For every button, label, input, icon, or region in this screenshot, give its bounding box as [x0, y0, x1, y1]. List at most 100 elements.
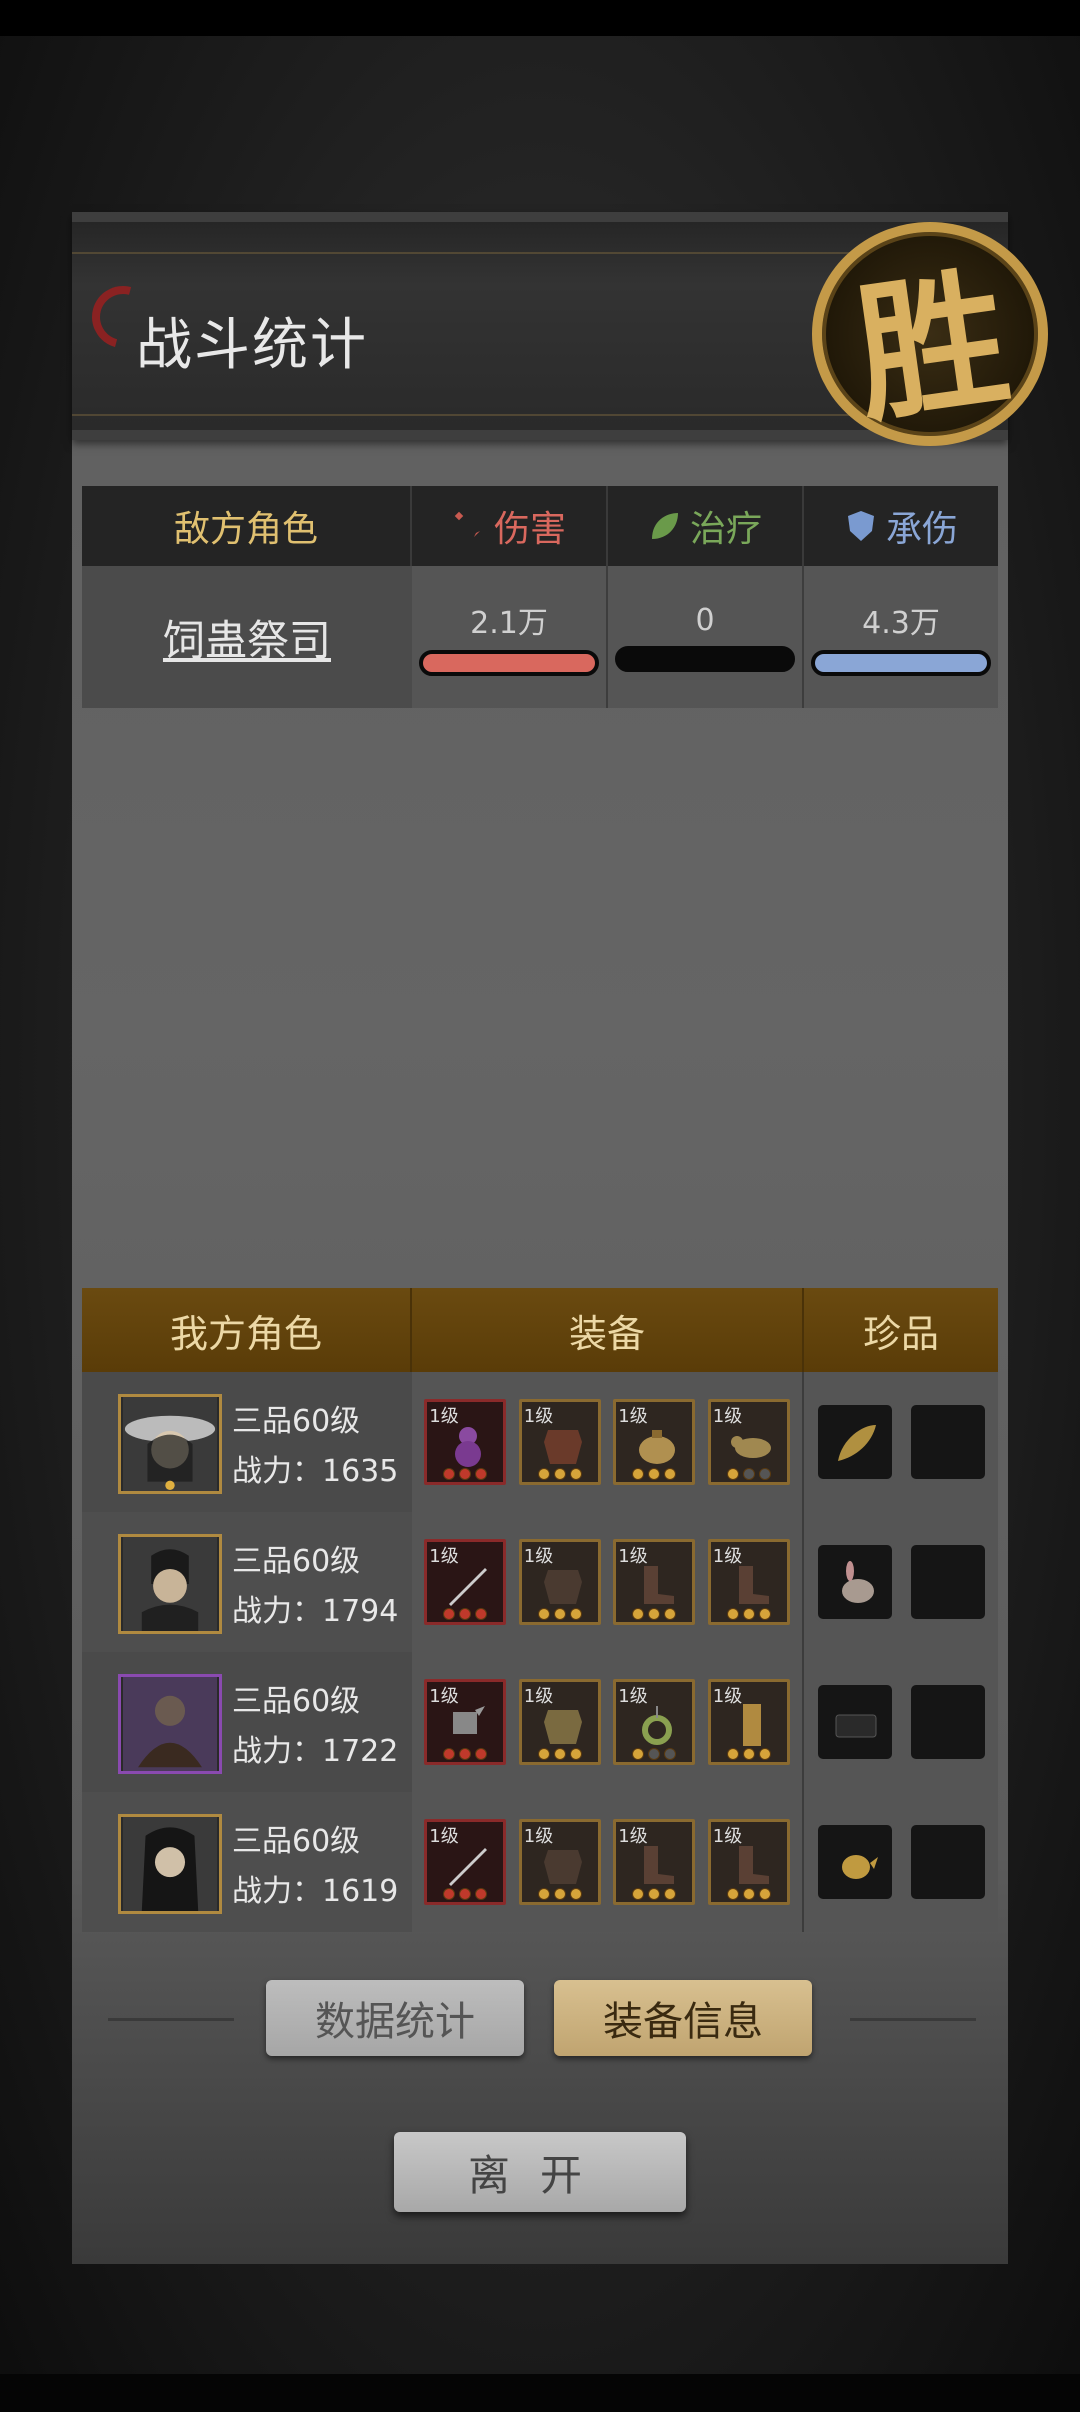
- treasure-slot[interactable]: [814, 1542, 895, 1622]
- treasure-slot-empty[interactable]: [907, 1682, 988, 1762]
- table-row: 三品60级 战力：1794 1级 1级 1级 1级: [82, 1512, 998, 1652]
- ink-stone-icon: [835, 1714, 876, 1738]
- col-equipment: 装备: [412, 1288, 804, 1372]
- page-title: 战斗统计: [136, 313, 368, 378]
- treasure-slot-empty[interactable]: [907, 1542, 988, 1622]
- boots-icon: [644, 1566, 675, 1604]
- boots-icon: [644, 1846, 675, 1884]
- teapot-icon: [841, 1855, 878, 1879]
- heal-bar: [615, 645, 795, 672]
- treasure-slot[interactable]: [814, 1682, 895, 1762]
- col-damage: 伤害: [412, 486, 608, 566]
- hero-rank: 三品60级: [232, 1544, 361, 1579]
- treasure-slot-empty[interactable]: [907, 1402, 988, 1482]
- navigation-bar: [0, 2374, 1080, 2412]
- divider-right: [850, 2018, 976, 2021]
- equip-slot-boots[interactable]: 1级: [707, 1539, 790, 1625]
- feather-icon: [837, 1425, 876, 1461]
- sword-icon: [454, 511, 480, 537]
- jade-pendant-icon: [642, 1706, 673, 1745]
- equip-slot-armor[interactable]: 1级: [518, 1819, 601, 1905]
- equip-slot-armor[interactable]: 1级: [518, 1679, 601, 1765]
- hammer-icon: [453, 1706, 486, 1734]
- equip-info-button[interactable]: 装备信息: [554, 1980, 812, 2056]
- avatar[interactable]: [118, 1674, 222, 1774]
- equip-slot-weapon[interactable]: 1级: [424, 1679, 507, 1765]
- equipment-slots: 1级 1级 1级 1级: [412, 1512, 804, 1652]
- equipment-slots: 1级 1级 1级 1级: [412, 1792, 804, 1932]
- tank-cell: 4.3万: [804, 566, 998, 708]
- hero-power: 战力：1722: [232, 1734, 399, 1769]
- armor-icon: [543, 1850, 582, 1884]
- table-row: 三品60级 战力：1722 1级 1级 1级 1级: [82, 1652, 998, 1792]
- hero-portrait-icon: [123, 1537, 217, 1631]
- data-stats-button[interactable]: 数据统计: [266, 1980, 524, 2056]
- equipment-slots: 1级 1级 1级 1级: [412, 1652, 804, 1792]
- equip-slot-boots[interactable]: 1级: [613, 1539, 696, 1625]
- ally-info: 三品60级 战力：1794: [82, 1512, 412, 1652]
- equip-slot-accessory[interactable]: 1级: [613, 1679, 696, 1765]
- tank-bar: [811, 650, 991, 676]
- leaf-icon: [651, 513, 678, 539]
- enemy-name-cell: 饲蛊祭司: [82, 566, 412, 708]
- equip-slot-token[interactable]: 1级: [707, 1679, 790, 1765]
- boots-icon: [738, 1846, 769, 1884]
- pouch-icon: [639, 1430, 676, 1464]
- col-heal-label: 治疗: [689, 509, 762, 550]
- equip-slot-armor[interactable]: 1级: [518, 1399, 601, 1485]
- shield-icon: [847, 511, 874, 541]
- avatar[interactable]: [118, 1394, 222, 1494]
- avatar[interactable]: [118, 1534, 222, 1634]
- treasure-slot-empty[interactable]: [907, 1822, 988, 1902]
- col-tank: 承伤: [804, 486, 998, 566]
- ally-info: 三品60级 战力：1635: [82, 1372, 412, 1512]
- avatar[interactable]: [118, 1814, 222, 1914]
- equip-slot-mount[interactable]: 1级: [707, 1399, 790, 1485]
- sword-icon: [449, 1848, 488, 1886]
- equip-slot-boots[interactable]: 1级: [707, 1819, 790, 1905]
- rabbit-icon: [841, 1561, 874, 1603]
- heal-cell: 0: [608, 566, 804, 708]
- table-row: 三品60级 战力：1619 1级 1级 1级 1级: [82, 1792, 998, 1932]
- equip-slot-weapon[interactable]: 1级: [424, 1539, 507, 1625]
- sword-icon: [449, 1568, 488, 1606]
- victory-seal: 胜: [812, 222, 1048, 446]
- col-tank-label: 承伤: [885, 509, 958, 550]
- ally-table-header: 我方角色 装备 珍品: [82, 1288, 998, 1372]
- treasure-slot[interactable]: [814, 1822, 895, 1902]
- damage-value: 2.1万: [470, 606, 548, 641]
- leave-button[interactable]: 离开: [394, 2132, 686, 2212]
- ally-info: 三品60级 战力：1619: [82, 1792, 412, 1932]
- equip-slot-accessory[interactable]: 1级: [613, 1399, 696, 1485]
- equipment-slots: 1级 1级 1级 1级: [412, 1372, 804, 1512]
- hero-power: 战力：1794: [232, 1594, 399, 1629]
- table-row: 三品60级 战力：1635 1级 1级 1级 1级: [82, 1372, 998, 1512]
- token-icon: [742, 1704, 761, 1746]
- col-treasure: 珍品: [862, 1311, 939, 1356]
- equip-slot-armor[interactable]: 1级: [518, 1539, 601, 1625]
- hero-portrait-icon: [123, 1397, 217, 1491]
- treasure-slots: [804, 1792, 998, 1932]
- enemy-table-header: 敌方角色 伤害 治疗 承伤: [82, 486, 998, 566]
- enemy-name-link[interactable]: 饲蛊祭司: [163, 607, 331, 668]
- treasure-slots: [804, 1372, 998, 1512]
- table-row[interactable]: 饲蛊祭司 2.1万 0 4.3万: [82, 566, 998, 708]
- equip-slot-boots[interactable]: 1级: [613, 1819, 696, 1905]
- col-ally-name: 我方角色: [82, 1288, 412, 1372]
- col-damage-label: 伤害: [493, 509, 566, 550]
- treasure-slots: [804, 1512, 998, 1652]
- col-heal: 治疗: [608, 486, 804, 566]
- armor-icon: [543, 1710, 582, 1744]
- hero-rank: 三品60级: [232, 1824, 361, 1859]
- status-bar: [0, 0, 1080, 36]
- divider-left: [108, 2018, 234, 2021]
- ally-info: 三品60级 战力：1722: [82, 1652, 412, 1792]
- equip-slot-weapon[interactable]: 1级: [424, 1819, 507, 1905]
- hero-rank: 三品60级: [232, 1684, 361, 1719]
- equip-slot-weapon[interactable]: 1级: [424, 1399, 507, 1485]
- hero-portrait-icon: [123, 1817, 217, 1911]
- damage-bar: [419, 650, 599, 676]
- tank-value: 4.3万: [862, 606, 940, 641]
- heal-value: 0: [695, 602, 715, 638]
- treasure-slot[interactable]: [814, 1402, 895, 1482]
